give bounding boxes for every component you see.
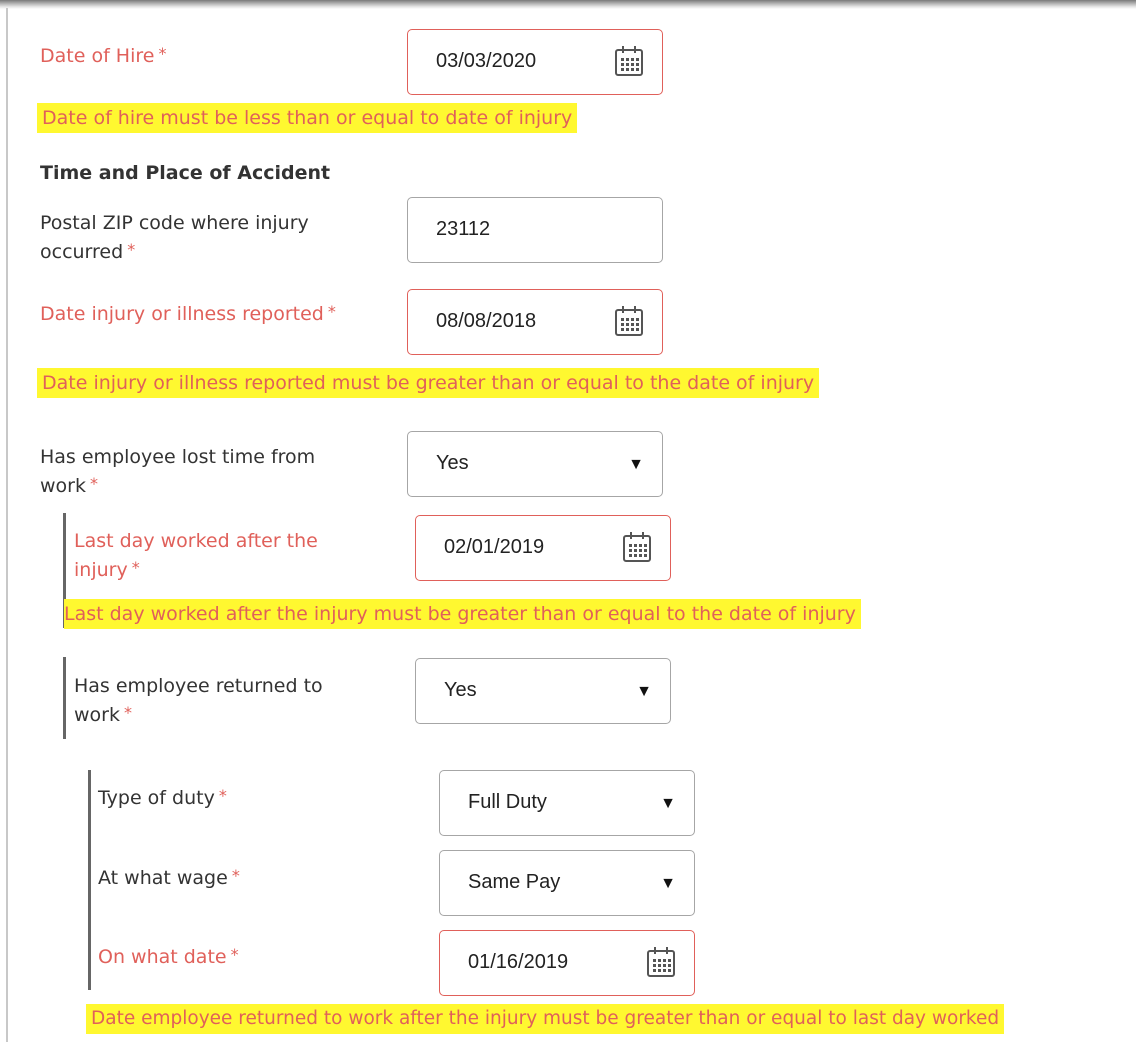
- last-day-worked-value: 02/01/2019: [444, 536, 545, 558]
- postal-zip-input[interactable]: 23112: [407, 197, 663, 263]
- postal-zip-label-line1: Postal ZIP code where injury: [40, 212, 309, 234]
- dropdown-caret-icon: ▼: [636, 683, 652, 700]
- window-top-shadow: [0, 0, 1136, 9]
- dropdown-caret-icon: ▼: [660, 795, 676, 812]
- returned-to-work-value: Yes: [444, 679, 477, 701]
- required-marker: *: [131, 558, 140, 577]
- return-date-label-text: On what date: [98, 946, 227, 968]
- postal-zip-value: 23112: [436, 218, 491, 240]
- calendar-icon[interactable]: [622, 531, 652, 563]
- date-reported-label: Date injury or illness reported *: [40, 300, 336, 329]
- last-day-worked-label: Last day worked after the injury *: [74, 527, 318, 585]
- return-date-value: 01/16/2019: [468, 951, 569, 973]
- return-date-label: On what date *: [98, 943, 239, 972]
- required-marker: *: [327, 302, 336, 321]
- panel-left-border: [6, 8, 8, 1042]
- wage-value: Same Pay: [468, 871, 561, 893]
- required-marker: *: [89, 474, 98, 493]
- date-reported-error: Date injury or illness reported must be …: [37, 368, 820, 398]
- duty-group-bar: [88, 770, 91, 990]
- return-date-input[interactable]: 01/16/2019: [439, 930, 695, 996]
- last-day-worked-label-line1: Last day worked after the: [74, 530, 318, 552]
- lost-time-value: Yes: [436, 452, 469, 474]
- date-of-hire-error: Date of hire must be less than or equal …: [37, 103, 578, 133]
- returned-to-work-label-line1: Has employee returned to: [74, 675, 323, 697]
- required-marker: *: [218, 786, 227, 805]
- returned-group-bar: [63, 657, 66, 739]
- calendar-icon[interactable]: [614, 45, 644, 77]
- last-day-worked-error: Last day worked after the injury must be…: [64, 599, 861, 629]
- lost-time-label-line2: work: [40, 475, 86, 497]
- date-of-hire-input[interactable]: 03/03/2020: [407, 29, 663, 95]
- returned-to-work-label-line2: work: [74, 704, 120, 726]
- postal-zip-label-line2: occurred: [40, 241, 124, 263]
- required-marker: *: [127, 240, 136, 259]
- required-marker: *: [158, 44, 167, 63]
- last-day-worked-label-line2: injury: [74, 559, 128, 581]
- date-of-hire-label: Date of Hire *: [40, 42, 166, 71]
- returned-to-work-select[interactable]: Yes ▼: [415, 658, 671, 724]
- section-heading: Time and Place of Accident: [40, 162, 331, 184]
- dropdown-caret-icon: ▼: [660, 875, 676, 892]
- type-of-duty-label-text: Type of duty: [98, 787, 215, 809]
- calendar-icon[interactable]: [614, 305, 644, 337]
- type-of-duty-label: Type of duty *: [98, 784, 227, 813]
- wage-label: At what wage *: [98, 864, 240, 893]
- lost-time-select[interactable]: Yes ▼: [407, 431, 663, 497]
- last-day-worked-input[interactable]: 02/01/2019: [415, 515, 671, 581]
- type-of-duty-select[interactable]: Full Duty ▼: [439, 770, 695, 836]
- lost-time-label: Has employee lost time from work *: [40, 443, 315, 501]
- required-marker: *: [231, 866, 240, 885]
- wage-label-text: At what wage: [98, 867, 228, 889]
- date-reported-label-text: Date injury or illness reported: [40, 303, 324, 325]
- lost-time-label-line1: Has employee lost time from: [40, 446, 316, 468]
- dropdown-caret-icon: ▼: [628, 456, 644, 473]
- required-marker: *: [230, 945, 239, 964]
- returned-to-work-label: Has employee returned to work *: [74, 672, 323, 730]
- calendar-icon[interactable]: [646, 946, 676, 978]
- return-date-error: Date employee returned to work after the…: [86, 1004, 1005, 1034]
- date-reported-value: 08/08/2018: [436, 310, 537, 332]
- date-of-hire-label-text: Date of Hire: [40, 45, 155, 67]
- wage-select[interactable]: Same Pay ▼: [439, 850, 695, 916]
- required-marker: *: [123, 703, 132, 722]
- postal-zip-label: Postal ZIP code where injury occurred *: [40, 209, 309, 267]
- date-of-hire-value: 03/03/2020: [436, 50, 537, 72]
- date-reported-input[interactable]: 08/08/2018: [407, 289, 663, 355]
- type-of-duty-value: Full Duty: [468, 791, 547, 813]
